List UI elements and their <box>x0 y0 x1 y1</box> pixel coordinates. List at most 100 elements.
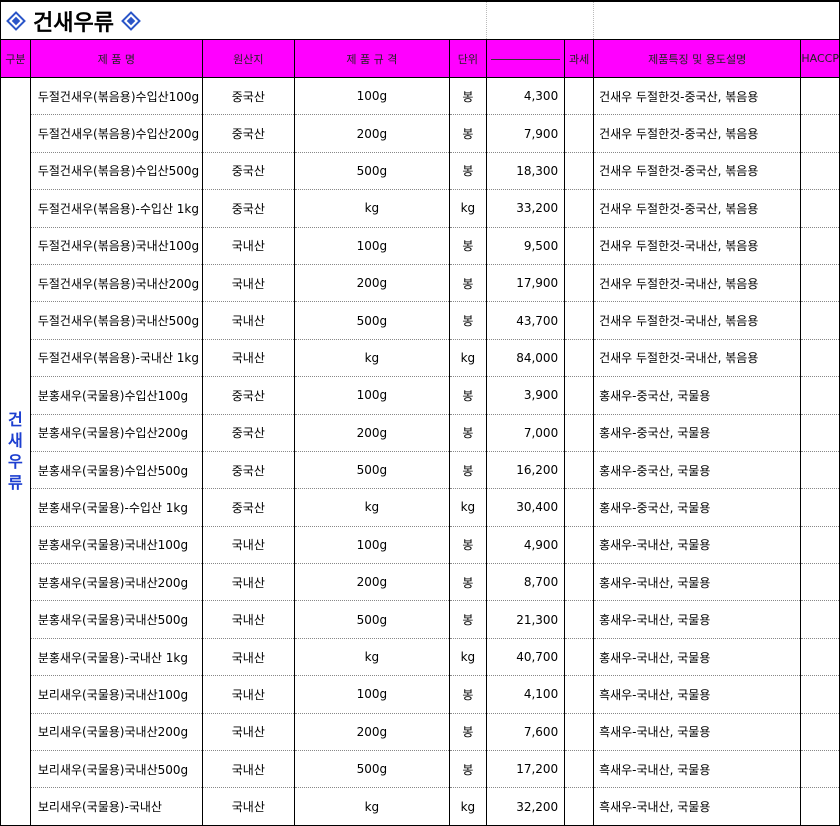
origin-cell: 국내산 <box>202 301 295 340</box>
haccp-cell <box>800 227 840 265</box>
header-price <box>486 39 566 78</box>
table-row: 분홍새우(국물용)-국내산 1kg 국내산 kg kg 40,700 홍새우-국내산, 국… <box>1 638 840 677</box>
table-row: 두절건새우(볶음용)국내산500g 국내산 500g 봉 43,700 건새우 두절한것-… <box>1 301 840 340</box>
tax-cell <box>564 376 595 415</box>
description-cell: 흑새우-국내산, 국물용 <box>593 675 802 714</box>
origin-cell: 중국산 <box>202 488 295 527</box>
origin-cell: 국내산 <box>202 339 295 378</box>
description-cell: 건새우 두절한것-국내산, 볶음용 <box>593 339 802 378</box>
description-cell: 홍새우-중국산, 국물용 <box>593 488 802 527</box>
product-name-cell: 분홍새우(국물용)수입산200g <box>30 414 203 452</box>
product-name-cell: 보리새우(국물용)-국내산 <box>30 787 203 826</box>
tax-cell <box>564 77 595 116</box>
product-name-cell: 두절건새우(볶음용)국내산500g <box>30 301 203 340</box>
product-name-cell: 분홍새우(국물용)수입산500g <box>30 451 203 490</box>
price-cell: 3,900 <box>486 376 566 415</box>
haccp-cell <box>800 750 840 789</box>
description-cell: 건새우 두절한것-중국산, 볶음용 <box>593 77 802 116</box>
unit-cell: kg <box>449 339 487 378</box>
description-cell: 건새우 두절한것-중국산, 볶음용 <box>593 114 802 153</box>
table-row: 분홍새우(국물용)-수입산 1kg 중국산 kg kg 30,400 홍새우-중국산, 국… <box>1 488 840 527</box>
price-cell: 4,300 <box>486 77 566 116</box>
product-name-cell: 분홍새우(국물용)국내산200g <box>30 563 203 602</box>
title-blank-cell <box>593 0 840 40</box>
price-cell: 84,000 <box>486 339 566 378</box>
price-cell: 30,400 <box>486 488 566 527</box>
haccp-cell <box>800 376 840 415</box>
tax-cell <box>564 152 595 191</box>
unit-cell: 봉 <box>449 301 487 340</box>
price-sheet: 건새우류 구분 제 품 명 원산지 제 품 규 격 단위 과세 제품특징 및 용… <box>0 0 840 826</box>
table-row: 분홍새우(국물용)국내산100g 국내산 100g 봉 4,900 홍새우-국내산, 국물… <box>1 526 840 565</box>
unit-cell: 봉 <box>449 451 487 490</box>
haccp-cell <box>800 77 840 116</box>
spec-cell: kg <box>294 638 451 677</box>
tax-cell <box>564 114 595 153</box>
origin-cell: 국내산 <box>202 750 295 789</box>
description-cell: 홍새우-국내산, 국물용 <box>593 638 802 677</box>
table-row: 보리새우(국물용)-국내산 국내산 kg kg 32,200 흑새우-국내산, 국물용 <box>1 787 840 826</box>
title-cell: 건새우류 <box>0 0 450 40</box>
spec-cell: 200g <box>294 563 451 602</box>
header-tax: 과세 <box>564 39 595 78</box>
description-cell: 홍새우-중국산, 국물용 <box>593 376 802 415</box>
table-row: 분홍새우(국물용)수입산500g 중국산 500g 봉 16,200 홍새우-중국산, 국… <box>1 451 840 490</box>
tax-cell <box>564 787 595 826</box>
haccp-cell <box>800 488 840 527</box>
table-row: 건새우류 두절건새우(볶음용)수입산100g 중국산 100g 봉 4,300 건새우 두절… <box>0 77 840 826</box>
table-row: 분홍새우(국물용)수입산100g 중국산 100g 봉 3,900 홍새우-중국산, 국물… <box>1 376 840 415</box>
origin-cell: 중국산 <box>202 376 295 415</box>
origin-cell: 중국산 <box>202 451 295 490</box>
header-haccp: HACCP <box>800 39 840 78</box>
haccp-cell <box>800 526 840 565</box>
price-cell: 4,900 <box>486 526 566 565</box>
price-cell: 8,700 <box>486 563 566 602</box>
haccp-cell <box>800 339 840 378</box>
unit-cell: 봉 <box>449 750 487 789</box>
description-cell: 홍새우-중국산, 국물용 <box>593 414 802 452</box>
tax-cell <box>564 526 595 565</box>
price-cell: 33,200 <box>486 189 566 228</box>
header-spec: 제 품 규 격 <box>294 39 451 78</box>
header-origin: 원산지 <box>202 39 295 78</box>
description-cell: 홍새우-중국산, 국물용 <box>593 451 802 490</box>
spec-cell: 500g <box>294 301 451 340</box>
tax-cell <box>564 563 595 602</box>
header-row: 구분 제 품 명 원산지 제 품 규 격 단위 과세 제품특징 및 용도설명 H… <box>0 39 840 78</box>
product-name-cell: 두절건새우(볶음용)국내산200g <box>30 264 203 303</box>
header-unit: 단위 <box>449 39 487 78</box>
spec-cell: kg <box>294 189 451 228</box>
category-cell: 건새우류 <box>0 77 31 826</box>
table-row: 보리새우(국물용)국내산500g 국내산 500g 봉 17,200 흑새우-국내산, 국… <box>1 750 840 789</box>
price-table: 건새우류 구분 제 품 명 원산지 제 품 규 격 단위 과세 제품특징 및 용… <box>0 0 840 826</box>
description-cell: 홍새우-국내산, 국물용 <box>593 600 802 639</box>
price-cell: 32,200 <box>486 787 566 826</box>
haccp-cell <box>800 189 840 228</box>
spec-cell: 200g <box>294 713 451 752</box>
spec-cell: 200g <box>294 414 451 452</box>
unit-cell: kg <box>449 787 487 826</box>
origin-cell: 국내산 <box>202 638 295 677</box>
product-name-cell: 분홍새우(국물용)국내산100g <box>30 526 203 565</box>
product-name-cell: 분홍새우(국물용)수입산100g <box>30 376 203 415</box>
description-cell: 건새우 두절한것-중국산, 볶음용 <box>593 152 802 191</box>
origin-cell: 국내산 <box>202 787 295 826</box>
origin-cell: 중국산 <box>202 77 295 116</box>
description-cell: 흑새우-국내산, 국물용 <box>593 750 802 789</box>
tax-cell <box>564 189 595 228</box>
price-cell: 40,700 <box>486 638 566 677</box>
unit-cell: 봉 <box>449 414 487 452</box>
diamond-icon <box>121 10 141 31</box>
description-cell: 건새우 두절한것-국내산, 볶음용 <box>593 301 802 340</box>
haccp-cell <box>800 451 840 490</box>
tax-cell <box>564 339 595 378</box>
table-row: 보리새우(국물용)국내산200g 국내산 200g 봉 7,600 흑새우-국내산, 국물… <box>1 713 840 752</box>
haccp-cell <box>800 638 840 677</box>
spec-cell: 100g <box>294 376 451 415</box>
spec-cell: 100g <box>294 675 451 714</box>
spec-cell: kg <box>294 339 451 378</box>
price-cell: 43,700 <box>486 301 566 340</box>
origin-cell: 국내산 <box>202 264 295 303</box>
unit-cell: 봉 <box>449 563 487 602</box>
price-cell: 16,200 <box>486 451 566 490</box>
